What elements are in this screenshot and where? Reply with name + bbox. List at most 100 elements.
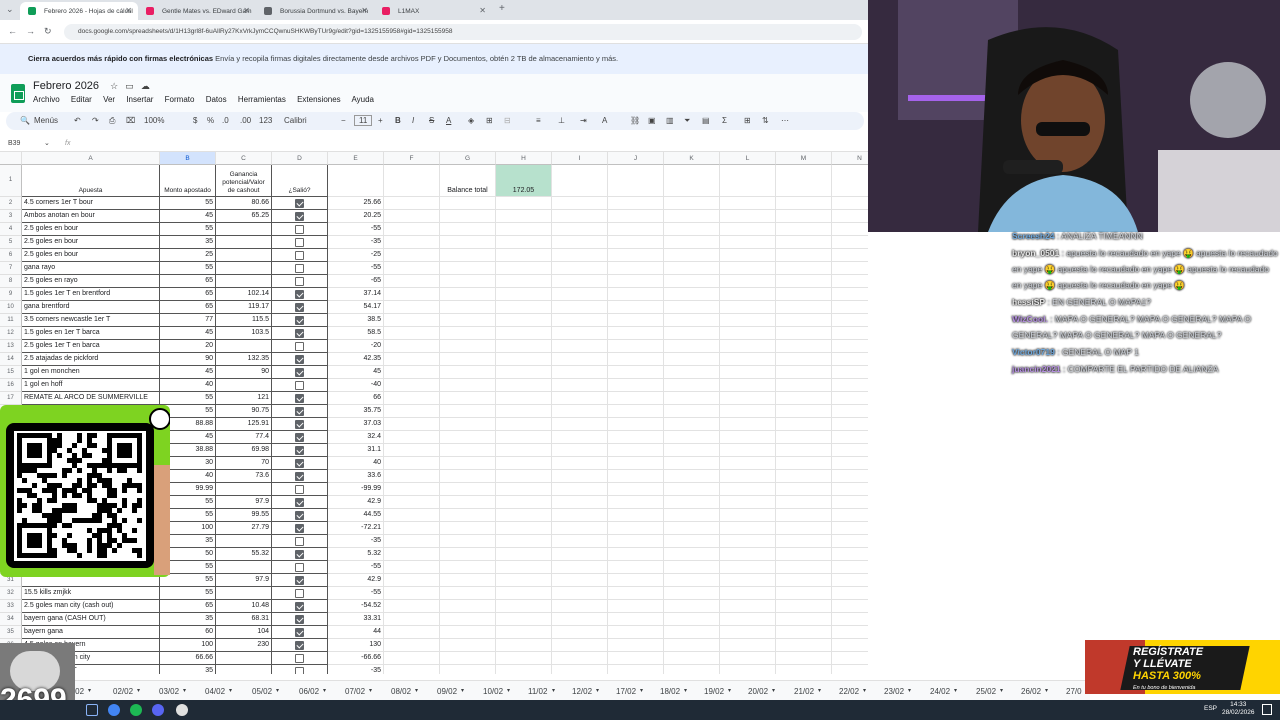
- cell[interactable]: [440, 197, 496, 210]
- row-header[interactable]: 35: [0, 626, 22, 639]
- cell[interactable]: [720, 483, 776, 496]
- sheet-tab-dropdown-icon[interactable]: ▾: [818, 687, 821, 694]
- bet-description-cell[interactable]: 15.5 kills zmjkk: [22, 587, 160, 600]
- profit-cell[interactable]: -66.66: [328, 652, 384, 665]
- cell[interactable]: [552, 197, 608, 210]
- cell[interactable]: [496, 210, 552, 223]
- cell[interactable]: [552, 535, 608, 548]
- cell[interactable]: [384, 561, 440, 574]
- cell[interactable]: [496, 275, 552, 288]
- row-header[interactable]: 32: [0, 587, 22, 600]
- cell[interactable]: [496, 613, 552, 626]
- align-icon[interactable]: ≡: [536, 116, 541, 125]
- cell[interactable]: [440, 665, 496, 674]
- cell[interactable]: [664, 470, 720, 483]
- doc-title[interactable]: Febrero 2026 ☆ ▭ ☁: [33, 80, 150, 92]
- row-header[interactable]: 3: [0, 210, 22, 223]
- menu-formato[interactable]: Formato: [165, 95, 195, 104]
- cell[interactable]: [608, 587, 664, 600]
- cell[interactable]: [776, 301, 832, 314]
- cell[interactable]: [608, 314, 664, 327]
- strikethrough-button[interactable]: S: [429, 116, 434, 125]
- cell[interactable]: [440, 613, 496, 626]
- app-icon[interactable]: [152, 704, 164, 716]
- cell[interactable]: [832, 561, 868, 574]
- cell[interactable]: [552, 262, 608, 275]
- cell[interactable]: [608, 444, 664, 457]
- row-header[interactable]: 14: [0, 353, 22, 366]
- search-icon[interactable]: 🔍: [20, 116, 30, 125]
- cell[interactable]: [832, 444, 868, 457]
- cell[interactable]: [496, 496, 552, 509]
- cell[interactable]: [776, 496, 832, 509]
- cell[interactable]: [496, 652, 552, 665]
- row-header[interactable]: 12: [0, 327, 22, 340]
- bet-description-cell[interactable]: 3.5 corners newcastle 1er T: [22, 314, 160, 327]
- amount-cell[interactable]: 65: [160, 275, 216, 288]
- sheet-tab-11-02[interactable]: 11/02: [528, 687, 547, 696]
- cell[interactable]: [496, 301, 552, 314]
- spotify-icon[interactable]: [130, 704, 142, 716]
- sheet-tab-26-02[interactable]: 26/02: [1021, 687, 1041, 696]
- result-checkbox[interactable]: [295, 654, 304, 663]
- cell[interactable]: [496, 418, 552, 431]
- cell[interactable]: [440, 275, 496, 288]
- result-checkbox[interactable]: [295, 264, 304, 273]
- row-header[interactable]: 1: [0, 165, 22, 197]
- bet-description-cell[interactable]: gana brentford: [22, 301, 160, 314]
- cell[interactable]: [776, 509, 832, 522]
- cell[interactable]: [720, 509, 776, 522]
- cell[interactable]: [608, 600, 664, 613]
- cell[interactable]: [496, 639, 552, 652]
- cell[interactable]: [552, 613, 608, 626]
- cell[interactable]: [720, 431, 776, 444]
- potential-gain-cell[interactable]: [216, 249, 272, 262]
- cell[interactable]: [776, 262, 832, 275]
- cell[interactable]: [384, 210, 440, 223]
- sheet-tab-23-02[interactable]: 23/02: [884, 687, 904, 696]
- cell[interactable]: [608, 418, 664, 431]
- result-checkbox[interactable]: [295, 316, 304, 325]
- profit-cell[interactable]: 20.25: [328, 210, 384, 223]
- column-header-a[interactable]: A: [22, 152, 160, 165]
- cell[interactable]: [440, 587, 496, 600]
- reload-icon[interactable]: ↻: [44, 26, 52, 37]
- lang-indicator[interactable]: ESP: [1204, 705, 1217, 712]
- cell[interactable]: [608, 197, 664, 210]
- cell[interactable]: [552, 626, 608, 639]
- result-checkbox[interactable]: [295, 199, 304, 208]
- result-checkbox[interactable]: [295, 459, 304, 468]
- cell[interactable]: [720, 639, 776, 652]
- profit-cell[interactable]: 42.9: [328, 574, 384, 587]
- profit-cell[interactable]: 33.31: [328, 613, 384, 626]
- sheet-tab-dropdown-icon[interactable]: ▾: [908, 687, 911, 694]
- cell[interactable]: [664, 535, 720, 548]
- profit-cell[interactable]: 58.5: [328, 327, 384, 340]
- merge-icon[interactable]: ⊟: [504, 116, 511, 125]
- bet-description-cell[interactable]: 1 gol en monchen: [22, 366, 160, 379]
- column-header-g[interactable]: G: [440, 152, 496, 165]
- cell[interactable]: [496, 600, 552, 613]
- header-cell-c[interactable]: Ganancia potencial/Valor de cashout: [216, 165, 272, 197]
- cell[interactable]: [664, 483, 720, 496]
- row-header[interactable]: 6: [0, 249, 22, 262]
- potential-gain-cell[interactable]: 80.66: [216, 197, 272, 210]
- cell[interactable]: [496, 457, 552, 470]
- cell[interactable]: [664, 613, 720, 626]
- tab-menu-icon[interactable]: ⌄: [6, 4, 14, 15]
- filter-views-icon[interactable]: ▤: [702, 116, 710, 125]
- potential-gain-cell[interactable]: 65.25: [216, 210, 272, 223]
- text-color-button[interactable]: A: [446, 116, 451, 125]
- cell[interactable]: [552, 405, 608, 418]
- result-checkbox[interactable]: [295, 615, 304, 624]
- cell[interactable]: [720, 548, 776, 561]
- cell[interactable]: [552, 496, 608, 509]
- sheet-tab-18-02[interactable]: 18/02: [660, 687, 680, 696]
- cell[interactable]: [384, 639, 440, 652]
- cell[interactable]: [664, 197, 720, 210]
- cell[interactable]: [440, 431, 496, 444]
- cell[interactable]: [832, 431, 868, 444]
- cell[interactable]: [832, 197, 868, 210]
- cell[interactable]: [720, 392, 776, 405]
- column-header-i[interactable]: I: [552, 152, 608, 165]
